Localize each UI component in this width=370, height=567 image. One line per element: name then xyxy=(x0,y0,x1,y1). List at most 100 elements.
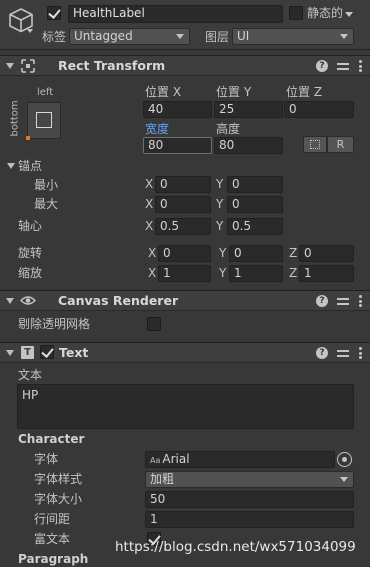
text-header-icons: ? xyxy=(316,346,362,360)
text-label: 文本 xyxy=(18,368,43,382)
kebab-menu-icon[interactable] xyxy=(358,295,362,307)
rotation-z-field[interactable]: 0 xyxy=(299,245,354,262)
chevron-down-icon xyxy=(340,34,348,39)
pos-y-field[interactable]: 25 xyxy=(214,101,283,118)
rect-transform-header-icons: ? xyxy=(316,59,362,73)
layer-label: 图层 xyxy=(205,30,230,44)
line-spacing-field[interactable]: 1 xyxy=(145,511,354,528)
text-component-title: Text xyxy=(59,345,89,360)
dotted-rect-icon xyxy=(310,140,320,149)
rich-text-label: 富文本 xyxy=(34,532,71,546)
anchors-foldout-icon[interactable] xyxy=(7,163,15,169)
static-toggle[interactable] xyxy=(289,6,303,20)
scale-y-field[interactable]: 1 xyxy=(229,265,283,282)
watermark-text: https://blog.csdn.net/wx571034099 xyxy=(115,539,356,555)
axis-x-label: X xyxy=(145,219,154,233)
scale-x-field[interactable]: 1 xyxy=(158,265,211,282)
kebab-menu-icon[interactable] xyxy=(358,60,362,72)
presets-icon[interactable] xyxy=(337,60,349,72)
anchor-max-y-field[interactable]: 0 xyxy=(227,196,283,213)
axis-z-label: Z xyxy=(289,266,298,280)
anchor-min-x-field[interactable]: 0 xyxy=(155,176,211,193)
line-spacing-label: 行间距 xyxy=(34,512,71,526)
foldout-arrow-icon[interactable] xyxy=(6,298,14,304)
rect-transform-header[interactable]: Rect Transform ? xyxy=(0,55,370,76)
rect-transform-icon xyxy=(21,59,35,73)
height-label: 高度 xyxy=(216,122,241,136)
axis-x-label: X xyxy=(145,197,154,211)
blueprint-mode-button[interactable] xyxy=(303,136,327,153)
canvas-renderer-title: Canvas Renderer xyxy=(58,293,179,308)
axis-x-label: X xyxy=(148,266,157,280)
anchor-min-label: 最小 xyxy=(34,178,59,192)
axis-x-label: X xyxy=(145,177,154,191)
icon-dropdown-arrow-icon[interactable] xyxy=(27,29,33,33)
axis-y-label: Y xyxy=(216,197,224,211)
canvas-renderer-header-icons: ? xyxy=(316,294,362,308)
pos-z-field[interactable]: 0 xyxy=(284,101,354,118)
anchor-preset-top-label: left xyxy=(37,87,54,98)
tag-label: 标签 xyxy=(42,30,67,44)
pos-x-field[interactable]: 40 xyxy=(143,101,212,118)
chevron-down-icon xyxy=(176,34,184,39)
static-dropdown-icon[interactable] xyxy=(345,12,353,17)
axis-x-label: X xyxy=(148,246,157,260)
rotation-x-field[interactable]: 0 xyxy=(158,245,211,262)
text-area[interactable]: HP xyxy=(17,384,354,429)
width-field[interactable]: 80 xyxy=(143,137,212,154)
object-picker-icon[interactable] xyxy=(337,452,352,467)
anchor-max-label: 最大 xyxy=(34,197,59,211)
pos-y-label: 位置 Y xyxy=(216,85,252,99)
rect-transform-title: Rect Transform xyxy=(58,58,166,73)
pivot-x-field[interactable]: 0.5 xyxy=(155,218,211,235)
cull-transparent-mesh-label: 剔除透明网格 xyxy=(18,317,91,331)
layer-dropdown[interactable]: UI xyxy=(232,28,354,45)
foldout-arrow-icon[interactable] xyxy=(6,63,14,69)
font-style-value: 加粗 xyxy=(150,472,175,486)
axis-y-label: Y xyxy=(219,266,227,280)
eye-icon xyxy=(20,296,36,305)
pivot-label: 轴心 xyxy=(18,219,43,233)
text-component-icon: T xyxy=(21,346,34,359)
text-component-header[interactable]: T Text ? xyxy=(0,342,370,363)
anchor-preset-button[interactable] xyxy=(26,102,61,140)
chevron-down-icon xyxy=(340,477,348,482)
anchor-min-y-field[interactable]: 0 xyxy=(227,176,283,193)
font-style-dropdown[interactable]: 加粗 xyxy=(145,471,354,488)
tag-value: Untagged xyxy=(74,29,133,43)
active-toggle[interactable] xyxy=(47,6,61,20)
canvas-renderer-header[interactable]: Canvas Renderer ? xyxy=(0,290,370,311)
tag-dropdown[interactable]: Untagged xyxy=(69,28,190,45)
rotation-y-field[interactable]: 0 xyxy=(229,245,283,262)
pos-z-label: 位置 Z xyxy=(286,85,323,99)
presets-icon[interactable] xyxy=(337,295,349,307)
static-label[interactable]: 静态的 xyxy=(307,5,343,21)
foldout-arrow-icon[interactable] xyxy=(6,350,14,356)
help-icon[interactable]: ? xyxy=(316,60,328,72)
raw-edit-button[interactable]: R xyxy=(327,136,354,153)
anchor-preset-square-icon xyxy=(36,112,52,128)
scale-z-field[interactable]: 1 xyxy=(299,265,354,282)
cull-transparent-mesh-checkbox[interactable] xyxy=(147,317,161,331)
presets-icon[interactable] xyxy=(337,347,349,359)
name-field[interactable]: HealthLabel xyxy=(68,5,283,23)
font-field[interactable]: Aa Arial xyxy=(145,451,335,468)
anchor-max-x-field[interactable]: 0 xyxy=(155,196,211,213)
text-enabled-toggle[interactable] xyxy=(40,345,54,359)
height-field[interactable]: 80 xyxy=(214,137,283,154)
help-icon[interactable]: ? xyxy=(316,295,328,307)
scale-label: 缩放 xyxy=(18,266,43,280)
help-icon[interactable]: ? xyxy=(316,347,328,359)
rotation-label: 旋转 xyxy=(18,246,43,260)
anchor-point-icon xyxy=(26,136,30,140)
anchors-label: 锚点 xyxy=(18,159,43,173)
axis-y-label: Y xyxy=(216,219,224,233)
pos-x-label: 位置 X xyxy=(145,85,182,99)
font-size-field[interactable]: 50 xyxy=(145,491,354,508)
anchor-preset-side-label: bottom xyxy=(9,100,21,137)
font-asset-icon: Aa xyxy=(150,456,161,465)
axis-y-label: Y xyxy=(216,177,224,191)
kebab-menu-icon[interactable] xyxy=(358,347,362,359)
font-style-label: 字体样式 xyxy=(34,472,83,486)
pivot-y-field[interactable]: 0.5 xyxy=(227,218,283,235)
